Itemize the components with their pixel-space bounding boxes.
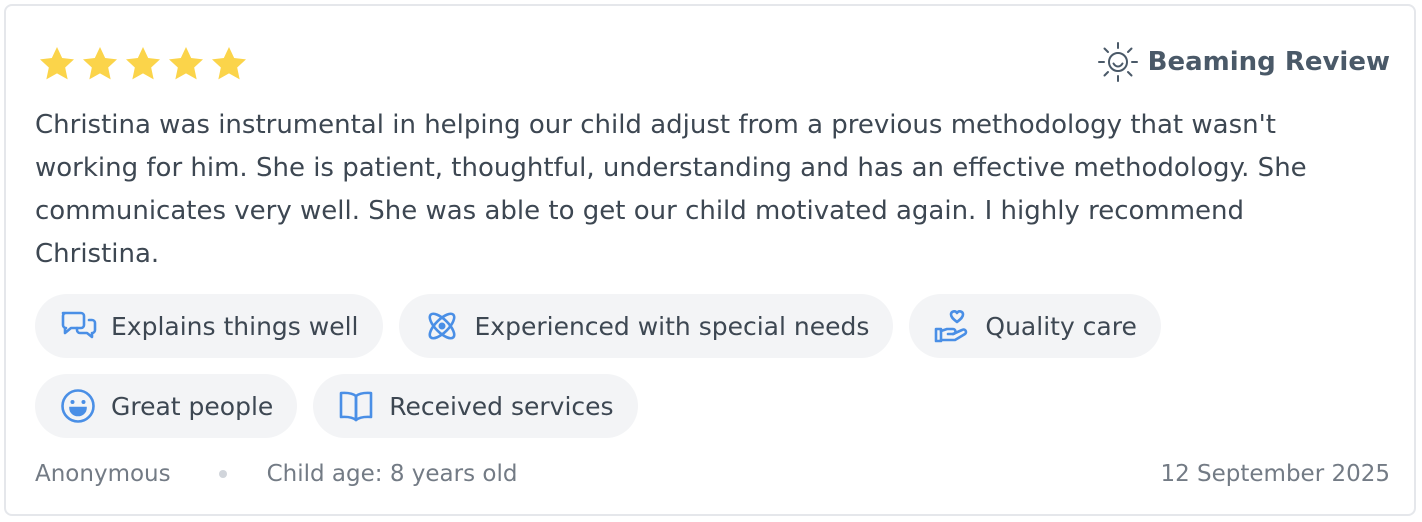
- star-icon: [212, 47, 246, 80]
- chat-bubbles-icon: [61, 311, 97, 339]
- tag-label: Received services: [389, 391, 614, 421]
- atom-icon: [427, 312, 456, 340]
- hand-heart-icon: [935, 310, 968, 343]
- beaming-review-badge: Beaming Review: [1096, 40, 1390, 84]
- tag-explains-things-well: Explains things well: [35, 294, 383, 358]
- tag-label: Explains things well: [111, 311, 359, 341]
- tag-label: Quality care: [985, 311, 1137, 341]
- review-date: 12 September 2025: [1160, 461, 1390, 487]
- badge-label: Beaming Review: [1147, 47, 1390, 77]
- review-footer: Anonymous Child age: 8 years old 12 Sept…: [35, 461, 1390, 487]
- star-icon: [83, 47, 117, 80]
- tag-received-services: Received services: [313, 374, 638, 438]
- star-icon: [126, 47, 160, 80]
- star-icon: [169, 47, 203, 80]
- review-card: Beaming Review Christina was instrumenta…: [4, 4, 1416, 516]
- tag-experienced-with-special-needs: Experienced with special needs: [398, 294, 894, 358]
- sun-smile-icon: [1097, 42, 1138, 82]
- tag-label: Great people: [111, 391, 274, 421]
- tag-label: Experienced with special needs: [474, 311, 870, 341]
- review-tags: Explains things well Experienced with sp…: [35, 294, 1235, 438]
- review-text: Christina was instrumental in helping ou…: [35, 110, 1307, 269]
- tag-great-people: Great people: [35, 374, 298, 438]
- open-book-icon: [339, 391, 373, 422]
- review-author: Anonymous: [35, 461, 171, 487]
- star-icon: [40, 47, 74, 80]
- separator-dot: [218, 470, 227, 478]
- star-rating: [37, 44, 249, 84]
- child-age: Child age: 8 years old: [266, 461, 518, 487]
- tag-quality-care: Quality care: [909, 294, 1161, 358]
- smiley-face-icon: [61, 389, 95, 423]
